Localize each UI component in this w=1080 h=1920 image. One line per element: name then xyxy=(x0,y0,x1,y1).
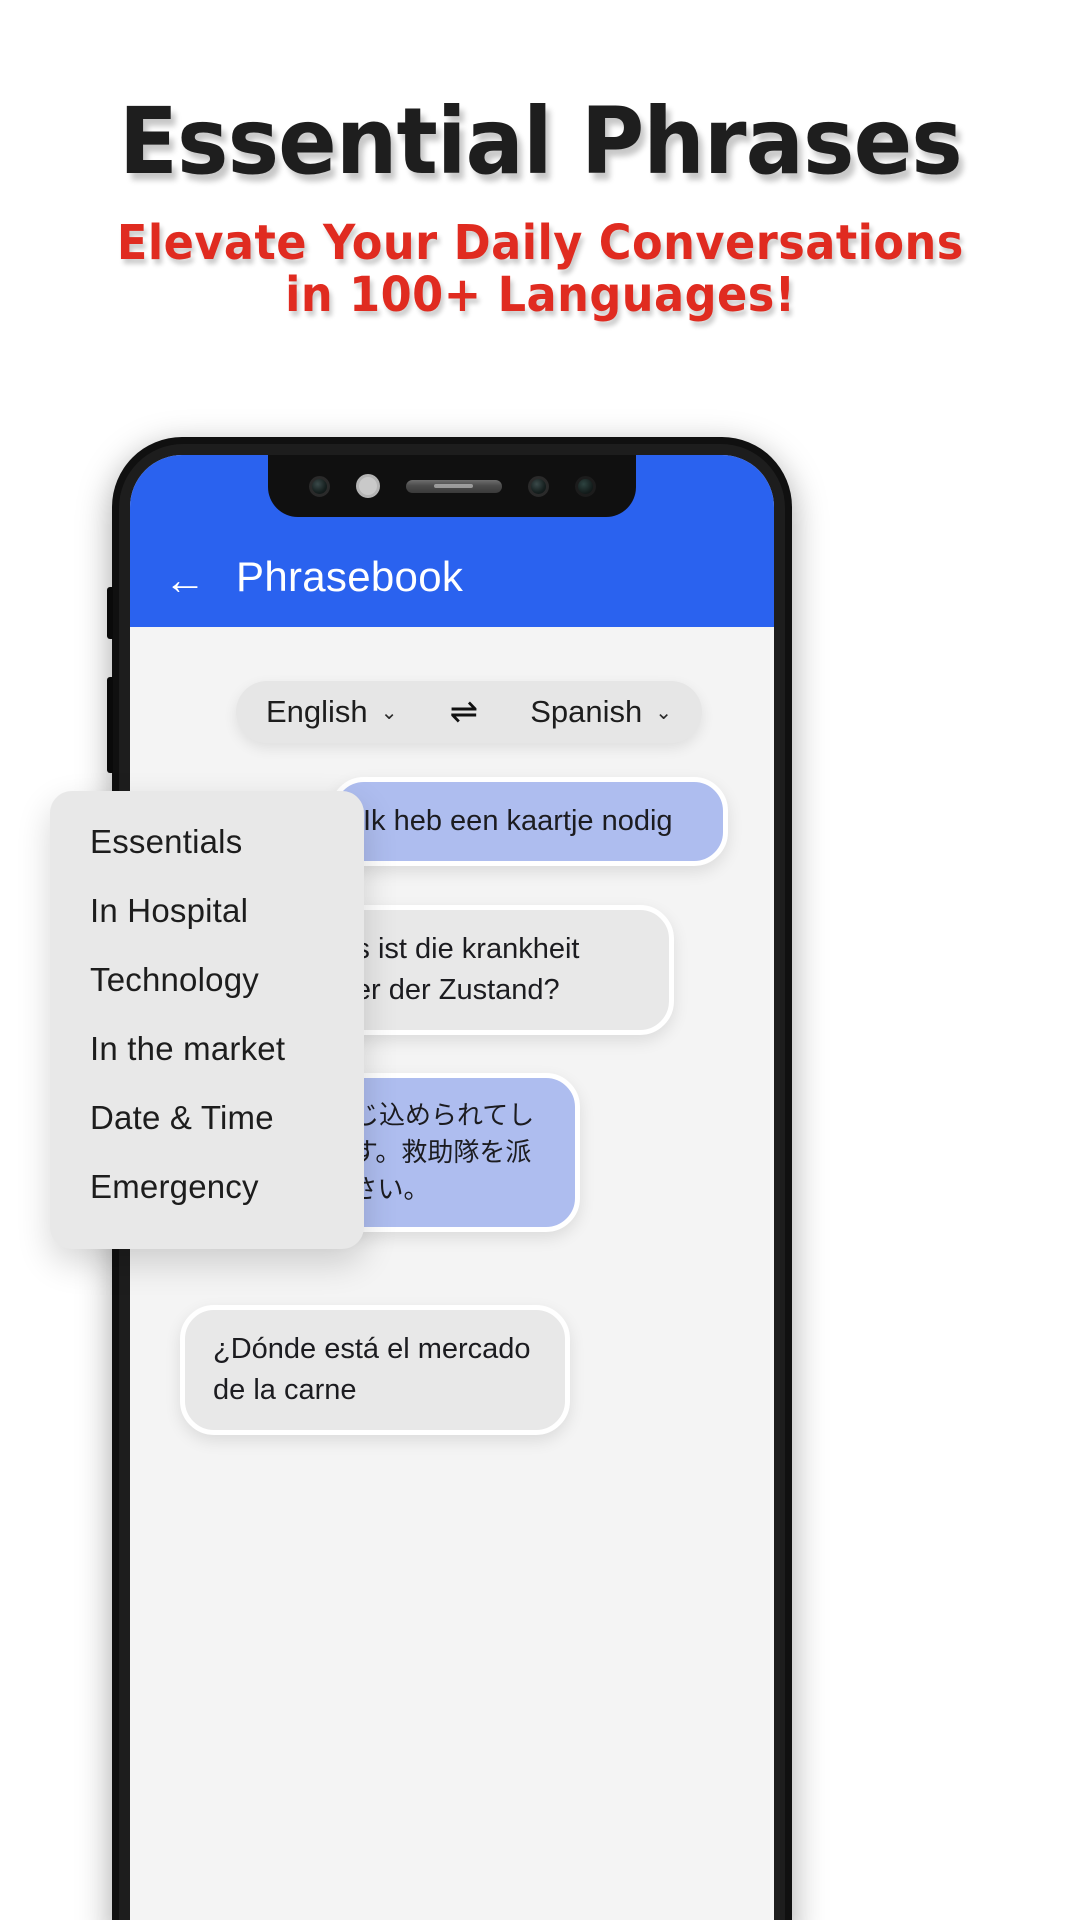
chevron-down-icon: ⌄ xyxy=(380,701,398,724)
ambient-light-sensor-icon xyxy=(355,474,380,498)
phrase-bubble[interactable]: ¿Dónde está el mercado de la carne xyxy=(180,1305,570,1436)
subtitle-line-1: Elevate Your Daily Conversations xyxy=(114,214,966,272)
headline-container: Essential Phrases xyxy=(0,88,1080,195)
subheadline-container: Elevate Your Daily Conversations in 100+… xyxy=(0,214,1080,324)
sidebar-item-in-hospital[interactable]: In Hospital xyxy=(90,894,364,927)
proximity-sensor-icon xyxy=(527,475,549,497)
phone-mute-switch[interactable] xyxy=(107,587,113,639)
phrase-bubble[interactable]: Ik heb een kaartje nodig xyxy=(330,777,728,867)
sidebar-item-in-the-market[interactable]: In the market xyxy=(90,1032,364,1065)
language-selector: English ⌄ ⇌ Spanish ⌄ xyxy=(236,681,702,743)
sidebar-item-technology[interactable]: Technology xyxy=(90,963,364,996)
target-language-dropdown[interactable]: Spanish ⌄ xyxy=(530,694,672,730)
page-title: Essential Phrases xyxy=(115,88,965,195)
page-subtitle: Elevate Your Daily Conversations in 100+… xyxy=(114,214,966,324)
sidebar-item-essentials[interactable]: Essentials xyxy=(90,825,364,858)
app-bar-title: Phrasebook xyxy=(236,553,464,600)
source-language-dropdown[interactable]: English ⌄ xyxy=(266,694,397,730)
target-language-label: Spanish xyxy=(530,694,643,729)
subtitle-line-2: in 100+ Languages! xyxy=(282,266,798,324)
source-language-label: English xyxy=(266,694,368,729)
swap-languages-icon[interactable]: ⇌ xyxy=(450,695,479,729)
category-panel: Essentials In Hospital Technology In the… xyxy=(50,791,364,1249)
phone-notch xyxy=(268,455,636,517)
front-camera-icon xyxy=(308,475,330,497)
promo-screenshot: Essential Phrases Elevate Your Daily Con… xyxy=(0,0,1080,1920)
sidebar-item-date-and-time[interactable]: Date & Time xyxy=(90,1101,364,1134)
earpiece-speaker-icon xyxy=(405,479,502,493)
back-arrow-icon[interactable]: ← xyxy=(164,559,206,601)
chevron-down-icon: ⌄ xyxy=(655,701,672,724)
sidebar-item-emergency[interactable]: Emergency xyxy=(90,1170,364,1203)
phone-volume-up-button[interactable] xyxy=(107,677,113,773)
infrared-camera-icon xyxy=(574,475,596,497)
